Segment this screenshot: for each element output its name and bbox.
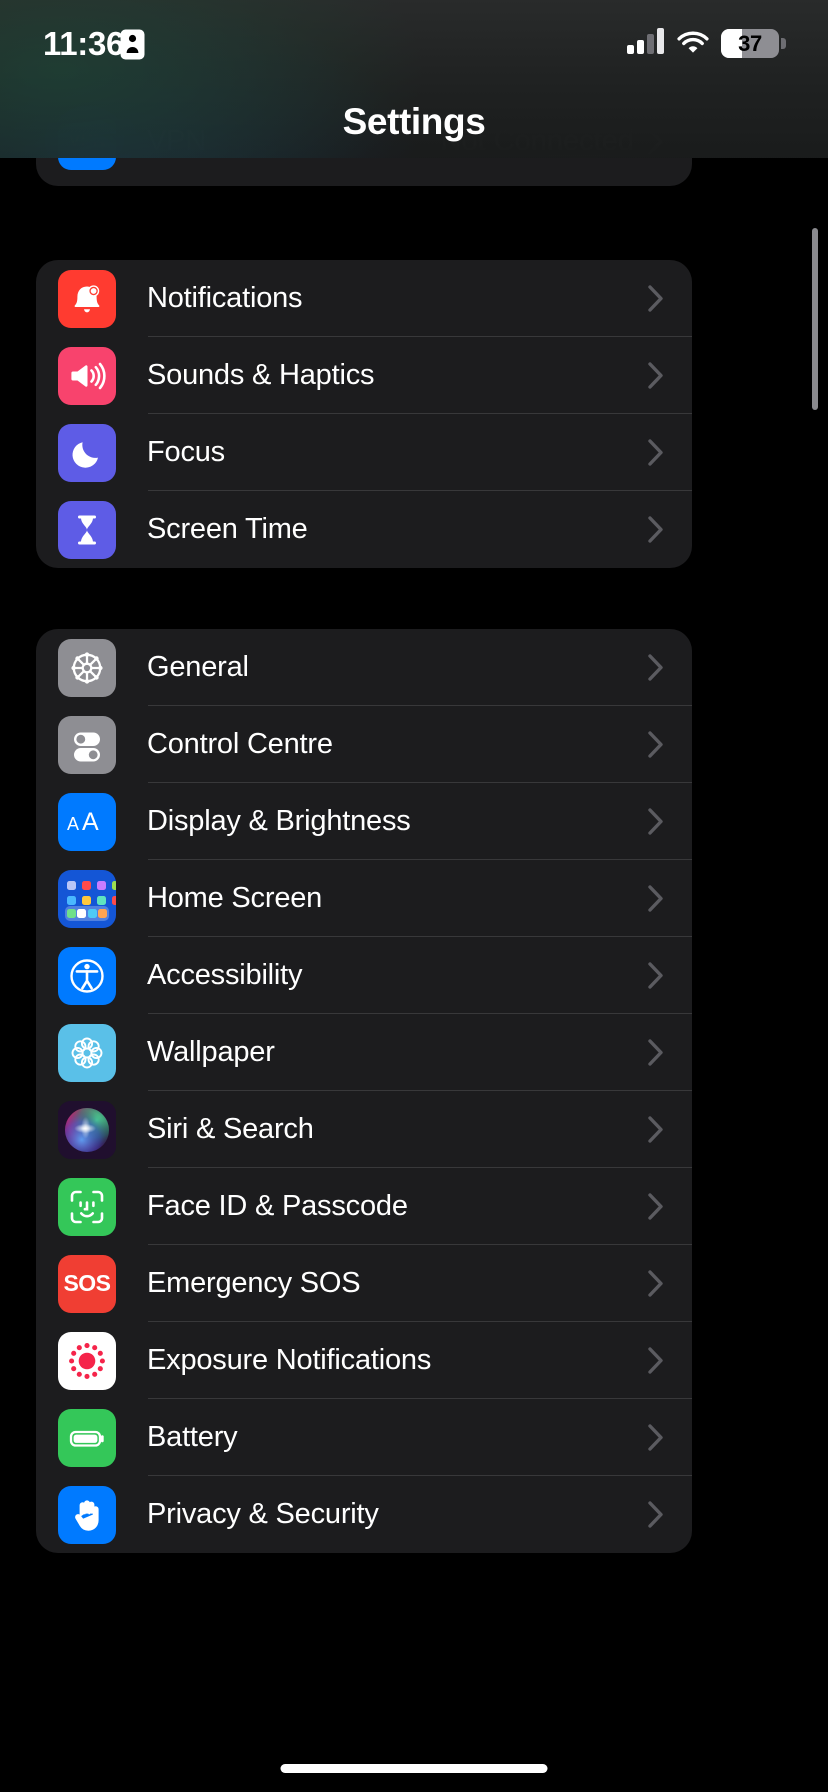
- siri-orb-icon: [58, 1100, 116, 1159]
- ios-settings-screen: VPN VPN Not Connected: [0, 0, 828, 1792]
- settings-row-label: Screen Time: [147, 513, 308, 545]
- toggles-icon: [58, 715, 116, 774]
- chevron-right-icon: [648, 285, 664, 312]
- settings-row-label: Exposure Notifications: [147, 1344, 432, 1376]
- chevron-right-icon: [648, 439, 664, 466]
- settings-row-accessibility[interactable]: Accessibility: [36, 937, 692, 1014]
- settings-row-label: Home Screen: [147, 882, 323, 914]
- settings-row-label: Siri & Search: [147, 1113, 314, 1145]
- chevron-right-icon: [648, 1270, 664, 1297]
- chevron-right-icon: [648, 808, 664, 835]
- settings-row-label: Display & Brightness: [147, 805, 411, 837]
- settings-row-label: Face ID & Passcode: [147, 1190, 408, 1222]
- gear-icon: [58, 638, 116, 697]
- battery-indicator: 37: [721, 29, 779, 58]
- settings-row-label: Emergency SOS: [147, 1267, 361, 1299]
- battery-percent-text: 37: [738, 30, 762, 56]
- bell-badge-icon: [58, 269, 116, 328]
- settings-row-label: Control Centre: [147, 728, 333, 760]
- battery-icon: [58, 1408, 116, 1467]
- settings-row-control-centre[interactable]: Control Centre: [36, 706, 692, 783]
- settings-row-label: General: [147, 651, 249, 683]
- wifi-icon: [676, 29, 710, 59]
- settings-row-battery[interactable]: Battery: [36, 1399, 692, 1476]
- chevron-right-icon: [648, 1347, 664, 1374]
- svg-text:A: A: [67, 814, 79, 834]
- battery-cap: [781, 38, 786, 49]
- settings-row-label: Focus: [147, 436, 225, 468]
- settings-row-display-brightness[interactable]: A A Display & Brightness: [36, 783, 692, 860]
- chevron-right-icon: [648, 1424, 664, 1451]
- settings-row-label: Accessibility: [147, 959, 303, 991]
- cellular-signal-icon: [627, 28, 665, 59]
- settings-row-label: Wallpaper: [147, 1036, 275, 1068]
- settings-scroll-view[interactable]: VPN VPN Not Connected: [0, 0, 828, 1792]
- chevron-right-icon: [648, 1039, 664, 1066]
- settings-row-label: Sounds & Haptics: [147, 359, 375, 391]
- speaker-waves-icon: [58, 346, 116, 405]
- flower-mandala-icon: [58, 1023, 116, 1082]
- chevron-right-icon: [648, 362, 664, 389]
- general-group: General Control Centre A A Display & Bri…: [36, 629, 692, 1553]
- settings-row-label: Battery: [147, 1421, 238, 1453]
- settings-row-sounds-haptics[interactable]: Sounds & Haptics: [36, 337, 692, 414]
- settings-row-label: Privacy & Security: [147, 1498, 379, 1530]
- accessibility-icon: [58, 946, 116, 1005]
- settings-row-privacy-security[interactable]: Privacy & Security: [36, 1476, 692, 1553]
- settings-row-siri-search[interactable]: Siri & Search: [36, 1091, 692, 1168]
- settings-row-home-screen[interactable]: Home Screen: [36, 860, 692, 937]
- text-size-aa-icon: A A: [58, 792, 116, 851]
- settings-row-general[interactable]: General: [36, 629, 692, 706]
- screen-record-icon: [120, 29, 145, 60]
- settings-row-notifications[interactable]: Notifications: [36, 260, 692, 337]
- settings-row-emergency-sos[interactable]: SOS Emergency SOS: [36, 1245, 692, 1322]
- chevron-right-icon: [648, 1116, 664, 1143]
- vertical-scrollbar[interactable]: [812, 228, 818, 410]
- battery-status: 37: [721, 29, 786, 58]
- settings-row-focus[interactable]: Focus: [36, 414, 692, 491]
- chevron-right-icon: [648, 885, 664, 912]
- chevron-right-icon: [648, 516, 664, 543]
- sos-icon-text: SOS: [63, 1270, 111, 1296]
- hourglass-icon: [58, 500, 116, 559]
- status-clock: 11:36: [43, 25, 125, 62]
- app-dock: [65, 905, 109, 921]
- chevron-right-icon: [648, 1193, 664, 1220]
- chevron-right-icon: [648, 1501, 664, 1528]
- svg-text:A: A: [82, 808, 99, 836]
- chevron-right-icon: [648, 962, 664, 989]
- settings-row-screen-time[interactable]: Screen Time: [36, 491, 692, 568]
- exposure-virus-icon: [58, 1331, 116, 1390]
- settings-row-face-id-passcode[interactable]: Face ID & Passcode: [36, 1168, 692, 1245]
- settings-row-exposure-notifications[interactable]: Exposure Notifications: [36, 1322, 692, 1399]
- face-id-icon: [58, 1177, 116, 1236]
- app-grid-icon: [58, 869, 116, 928]
- sos-icon: SOS: [58, 1254, 116, 1313]
- home-indicator[interactable]: [280, 1764, 548, 1773]
- page-title: Settings: [342, 101, 486, 142]
- moon-icon: [58, 423, 116, 482]
- status-bar: 11:36 37: [0, 0, 828, 92]
- chevron-right-icon: [648, 654, 664, 681]
- notifications-group: Notifications Sounds & Haptics Focus Scr…: [36, 260, 692, 568]
- hand-raised-icon: [58, 1485, 116, 1544]
- chevron-right-icon: [648, 731, 664, 758]
- status-indicators: 37: [627, 28, 786, 59]
- settings-row-label: Notifications: [147, 282, 303, 314]
- settings-row-wallpaper[interactable]: Wallpaper: [36, 1014, 692, 1091]
